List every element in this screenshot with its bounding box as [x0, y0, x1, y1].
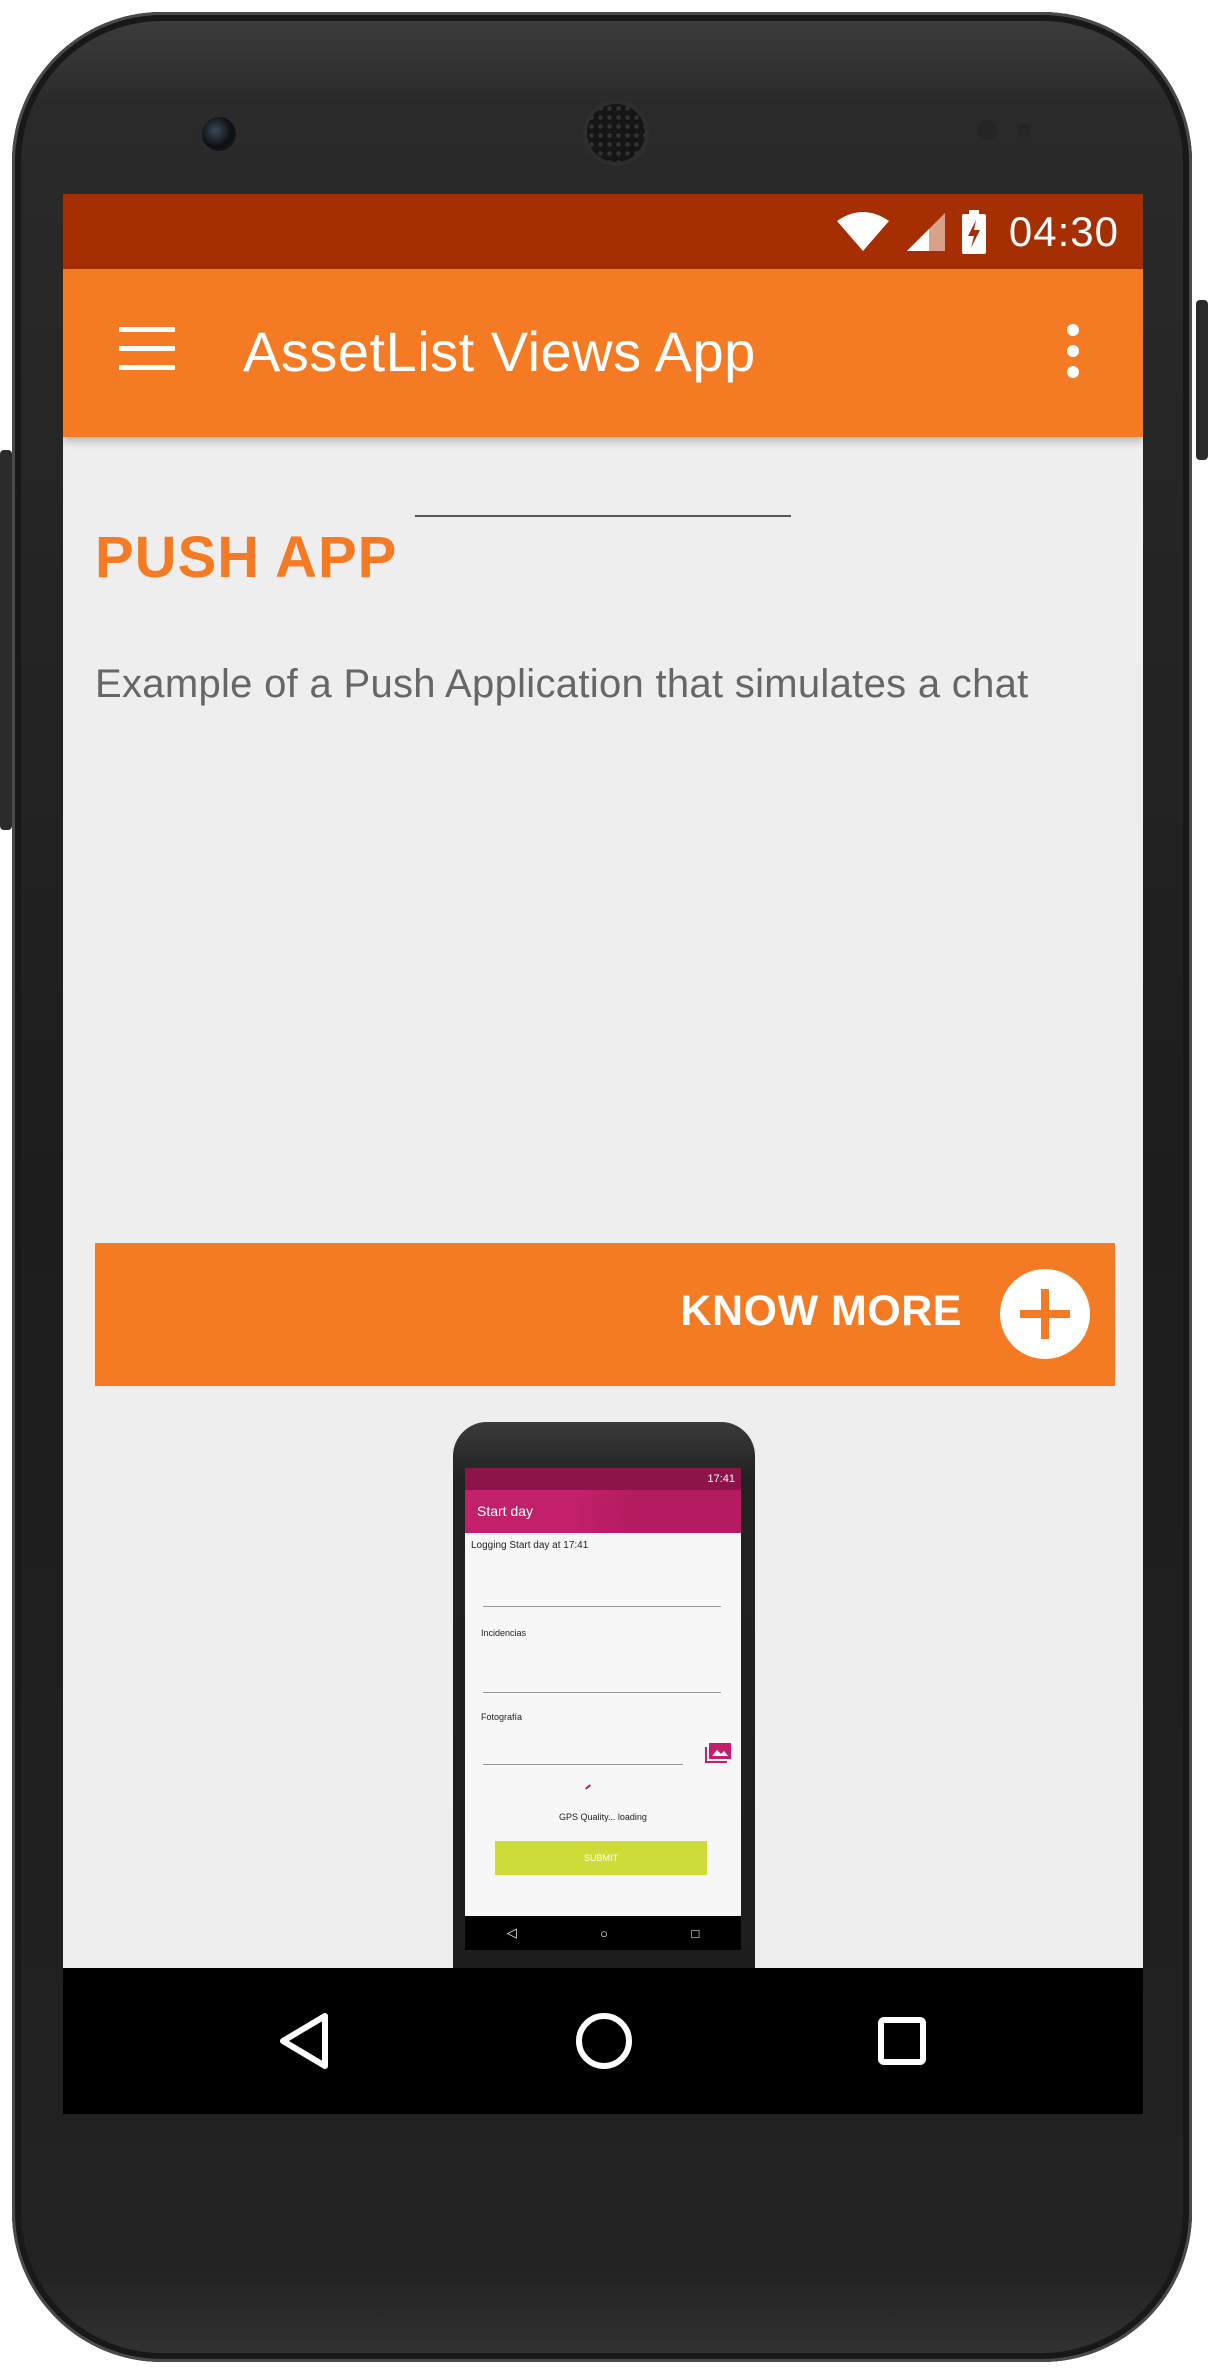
preview-fotografia-label: Fotografía	[481, 1712, 523, 1722]
preview-incidencias-line	[483, 1692, 721, 1693]
preview-screen: 17:41 Start day Logging Start day at 17:…	[465, 1468, 741, 1916]
screen: 04:30 AssetList Views App PUSH APP Examp…	[63, 194, 1143, 2114]
battery-charging-icon	[961, 209, 986, 254]
preview-status-bar: 17:41	[465, 1468, 741, 1490]
front-camera	[202, 117, 236, 151]
know-more-label: KNOW MORE	[680, 1287, 962, 1335]
cell-signal-icon	[906, 212, 945, 251]
preview-gps-text: GPS Quality... loading	[559, 1812, 647, 1822]
preview-status-time: 17:41	[707, 1473, 735, 1485]
earpiece-speaker	[587, 104, 645, 162]
status-time: 04:30	[1008, 207, 1119, 255]
card-title: PUSH APP	[95, 525, 398, 590]
gallery-icon	[705, 1743, 731, 1763]
preview-nav-bar: ◁ ○ □	[465, 1916, 741, 1950]
preview-home-icon: ○	[600, 1925, 608, 1941]
proximity-sensor	[977, 120, 997, 140]
app-title: AssetList Views App	[243, 320, 756, 383]
menu-icon[interactable]	[119, 327, 175, 371]
preview-submit-button: SUBMIT	[495, 1841, 707, 1875]
plus-circle-icon	[1000, 1269, 1090, 1359]
navigation-bar	[63, 1968, 1143, 2114]
know-more-button[interactable]: KNOW MORE	[95, 1243, 1115, 1386]
preview-title: Start day	[465, 1490, 741, 1533]
overflow-menu-icon[interactable]	[1063, 324, 1083, 384]
preview-recents-icon: □	[691, 1925, 700, 1941]
preview-fotografia-line	[483, 1764, 683, 1765]
recents-icon[interactable]	[869, 2008, 935, 2074]
wifi-icon	[836, 211, 889, 251]
volume-button	[0, 450, 12, 830]
preview-logging-text: Logging Start day at 17:41	[471, 1540, 589, 1551]
preview-spinner	[585, 1784, 591, 1790]
power-button	[1196, 300, 1208, 460]
status-bar: 04:30	[63, 194, 1143, 269]
home-icon[interactable]	[571, 2008, 637, 2074]
preview-input-line	[483, 1606, 721, 1607]
preview-back-icon: ◁	[506, 1925, 517, 1940]
light-sensor	[1017, 123, 1031, 137]
preview-phone-image: 17:41 Start day Logging Start day at 17:…	[453, 1422, 755, 1982]
card-description: Example of a Push Application that simul…	[95, 662, 1029, 706]
app-bar: AssetList Views App	[63, 269, 1143, 437]
back-icon[interactable]	[273, 2008, 339, 2074]
divider	[415, 515, 791, 517]
preview-incidencias-label: Incidencias	[481, 1628, 527, 1638]
